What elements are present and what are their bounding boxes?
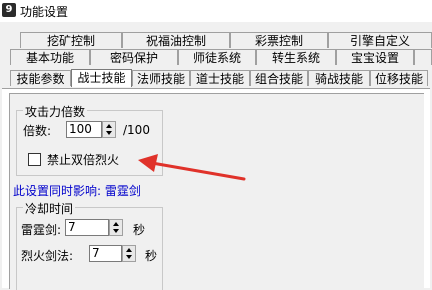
annotation-arrow-icon [138,154,246,181]
arrow-head [138,154,158,172]
arrow-shaft [150,161,246,181]
tab-warrior-skills[interactable]: 战士技能 [71,69,132,87]
